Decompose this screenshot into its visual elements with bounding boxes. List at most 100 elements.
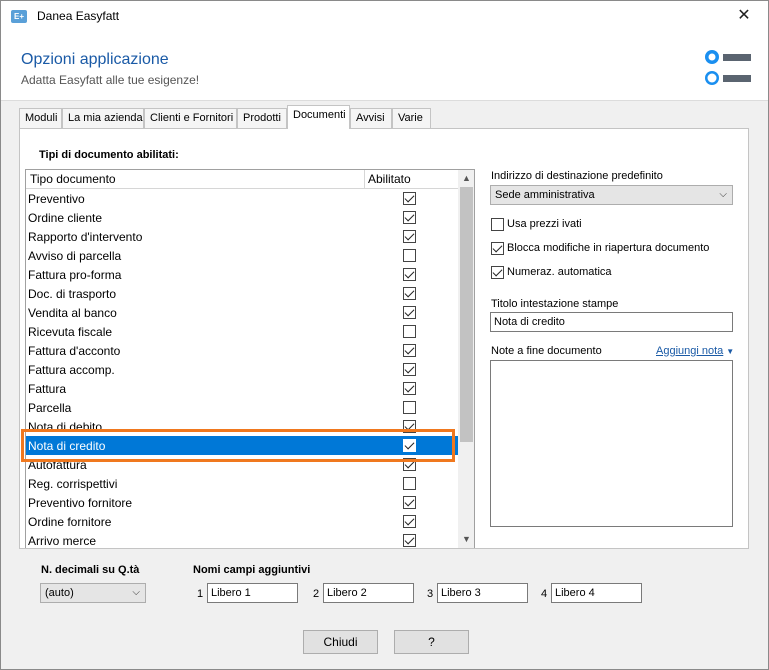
enabled-checkbox[interactable] [403,382,416,395]
field-number: 1 [197,588,204,600]
extra-field-2-input[interactable]: Libero 2 [323,583,414,603]
notes-label: Note a fine documento [491,345,602,357]
print-title-input[interactable]: Nota di credito [490,312,733,332]
decimals-dropdown[interactable]: (auto) ⌵ [40,583,146,603]
tab-avvisi[interactable]: Avvisi [350,108,392,128]
toggle-switches-icon [705,50,751,85]
enabled-checkbox[interactable] [403,249,416,262]
field-number: 2 [313,588,320,600]
section-label-document-types: Tipi di documento abilitati: [39,149,179,161]
column-header-type[interactable]: Tipo documento [30,172,116,186]
destination-label: Indirizzo di destinazione predefinito [491,170,663,182]
page-title: Opzioni applicazione [21,51,169,68]
document-type-name: Ricevuta fiscale [28,325,113,339]
enabled-checkbox[interactable] [403,401,416,414]
document-type-name: Fattura pro-forma [28,268,122,282]
tab-varie[interactable]: Varie [392,108,431,128]
enabled-checkbox[interactable] [403,230,416,243]
dialog-header: Opzioni applicazione Adatta Easyfatt all… [1,31,768,101]
table-row[interactable]: Fattura pro-forma [26,265,458,284]
add-note-link[interactable]: Aggiungi nota ▼ [656,345,734,357]
table-row[interactable]: Arrivo merce [26,531,458,548]
tab-moduli[interactable]: Moduli [19,108,62,128]
table-row[interactable]: Ordine fornitore [26,512,458,531]
caret-down-icon: ▼ [726,347,735,356]
divider [25,548,747,549]
grid-scrollbar[interactable]: ▲ ▼ [458,170,474,548]
extra-field-1-input[interactable]: Libero 1 [207,583,298,603]
enabled-checkbox[interactable] [403,306,416,319]
tab-documenti[interactable]: Documenti [287,105,350,129]
scroll-up-arrow-icon[interactable]: ▲ [458,170,474,187]
table-row[interactable]: Fattura accomp. [26,360,458,379]
enabled-checkbox[interactable] [403,496,416,509]
document-type-name: Preventivo [28,192,85,206]
close-window-button[interactable]: ✕ [734,6,754,26]
table-row[interactable]: Vendita al banco [26,303,458,322]
enabled-checkbox[interactable] [403,477,416,490]
print-title-label: Titolo intestazione stampe [491,298,619,310]
checkbox[interactable] [491,242,504,255]
option-label: Blocca modifiche in riapertura documento [507,242,710,254]
checkbox[interactable] [491,218,504,231]
enabled-checkbox[interactable] [403,287,416,300]
document-types-grid: Tipo documento Abilitato Preventivo Ordin… [25,169,475,549]
document-type-name: Ordine fornitore [28,515,112,529]
document-type-name: Ordine cliente [28,211,103,225]
table-row[interactable]: Ordine cliente [26,208,458,227]
grid-rows: Preventivo Ordine cliente Rapporto d'inter… [26,189,458,548]
table-row[interactable]: Preventivo fornitore [26,493,458,512]
table-row[interactable]: Fattura [26,379,458,398]
tab-clienti-e-fornitori[interactable]: Clienti e Fornitori [144,108,237,128]
table-row[interactable]: Preventivo [26,189,458,208]
document-type-name: Fattura accomp. [28,363,115,377]
document-type-name: Avviso di parcella [28,249,122,263]
field-number: 4 [541,588,548,600]
document-type-name: Arrivo merce [28,534,97,548]
checkbox[interactable] [491,266,504,279]
column-divider [364,170,365,189]
notes-textarea[interactable] [490,360,733,527]
table-row[interactable]: Parcella [26,398,458,417]
grid-header: Tipo documento Abilitato [26,170,458,189]
enabled-checkbox[interactable] [403,344,416,357]
field-number: 3 [427,588,434,600]
extra-fields-label: Nomi campi aggiuntivi [193,564,311,576]
document-type-name: Fattura d'acconto [28,344,121,358]
enabled-checkbox[interactable] [403,192,416,205]
title-bar: E+ Danea Easyfatt ✕ [1,1,768,31]
scroll-thumb[interactable] [460,187,473,442]
document-type-name: Preventivo fornitore [28,496,133,510]
window-title: Danea Easyfatt [37,9,120,23]
table-row[interactable]: Ricevuta fiscale [26,322,458,341]
scroll-down-arrow-icon[interactable]: ▼ [458,531,474,548]
table-row[interactable]: Doc. di trasporto [26,284,458,303]
table-row[interactable]: Fattura d'acconto [26,341,458,360]
help-button[interactable]: ? [394,630,469,654]
enabled-checkbox[interactable] [403,363,416,376]
app-icon: E+ [11,10,27,23]
table-row[interactable]: Avviso di parcella [26,246,458,265]
enabled-checkbox[interactable] [403,515,416,528]
tab-prodotti[interactable]: Prodotti [237,108,287,128]
enabled-checkbox[interactable] [403,211,416,224]
enabled-checkbox[interactable] [403,325,416,338]
options-dialog: E+ Danea Easyfatt ✕ Opzioni applicazione… [0,0,769,670]
destination-dropdown[interactable]: Sede amministrativa ⌵ [490,185,733,205]
enabled-checkbox[interactable] [403,534,416,547]
enabled-checkbox[interactable] [403,268,416,281]
extra-field-4-input[interactable]: Libero 4 [551,583,642,603]
document-type-name: Fattura [28,382,67,396]
column-header-enabled[interactable]: Abilitato [368,172,411,186]
extra-field-3-input[interactable]: Libero 3 [437,583,528,603]
tab-la-mia-azienda[interactable]: La mia azienda [62,108,144,128]
decimals-label: N. decimali su Q.tà [41,564,140,576]
destination-value: Sede amministrativa [495,189,595,201]
close-button[interactable]: Chiudi [303,630,378,654]
selection-highlight-box [21,429,455,462]
table-row[interactable]: Reg. corrispettivi [26,474,458,493]
decimals-value: (auto) [45,587,74,599]
page-subtitle: Adatta Easyfatt alle tue esigenze! [21,73,200,87]
option-label: Numeraz. automatica [507,266,612,278]
table-row[interactable]: Rapporto d'intervento [26,227,458,246]
